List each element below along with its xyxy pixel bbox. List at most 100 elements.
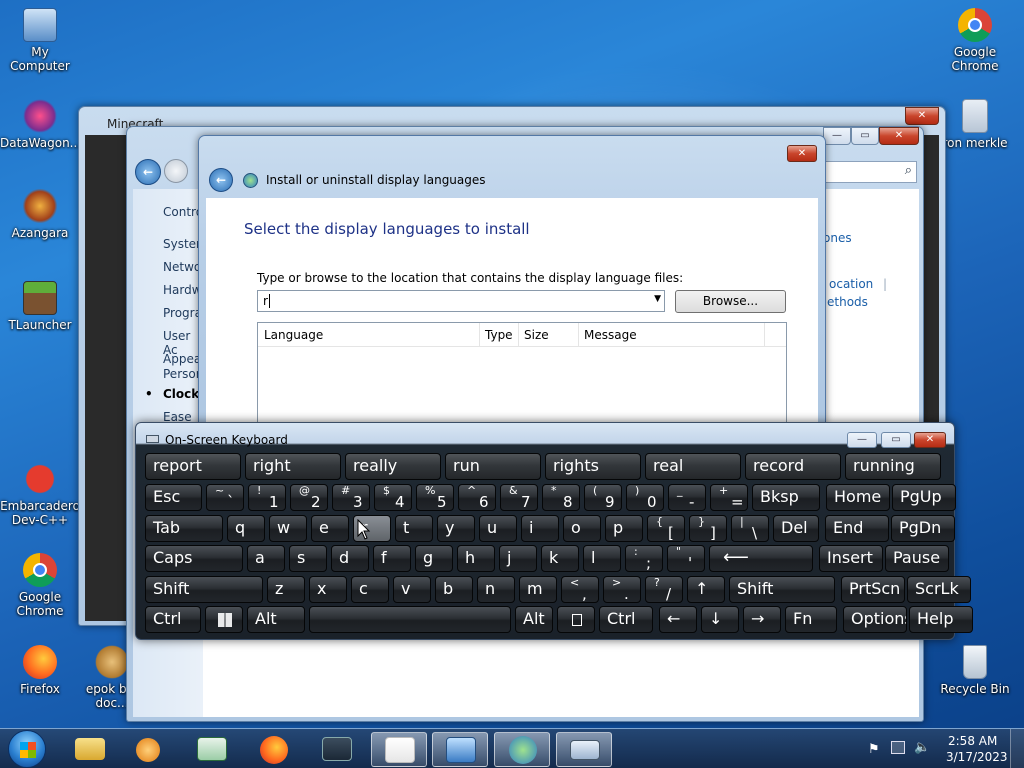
key-slash[interactable]: ? / [645, 576, 683, 603]
key-k[interactable]: k [541, 545, 579, 572]
show-desktop-button[interactable] [1010, 729, 1024, 768]
language-list[interactable]: Language Type Size Message [257, 322, 787, 432]
browse-button[interactable]: Browse... [675, 290, 786, 313]
desktop-icon-chrome-left[interactable]: Google Chrome [0, 553, 80, 618]
key-w[interactable]: w [269, 515, 307, 542]
key-tab[interactable]: Tab [145, 515, 223, 542]
key-shift[interactable]: Shift [145, 576, 263, 603]
taskbar-java-button[interactable] [371, 732, 427, 767]
key-c[interactable]: c [351, 576, 389, 603]
key-=[interactable]: + = [710, 484, 748, 511]
key-ctrl[interactable]: Ctrl [145, 606, 201, 633]
link-methods[interactable]: ethods [827, 295, 868, 309]
back-button[interactable]: ← [135, 159, 161, 185]
column-type[interactable]: Type [485, 328, 513, 342]
clock-time[interactable]: 2:58 AM [948, 734, 997, 748]
desktop-icon-my-computer[interactable]: My Computer [0, 8, 80, 73]
taskbar-explorer-button[interactable] [62, 732, 118, 767]
key-j[interactable]: j [499, 545, 537, 572]
key-insert[interactable]: Insert [819, 545, 883, 572]
prediction-real[interactable]: real [645, 453, 741, 480]
key-v[interactable]: v [393, 576, 431, 603]
key-u[interactable]: u [479, 515, 517, 542]
control-panel-minimize-button[interactable]: — [823, 127, 851, 145]
prediction-run[interactable]: run [445, 453, 541, 480]
key-n[interactable]: n [477, 576, 515, 603]
start-button[interactable] [8, 730, 46, 768]
key-m[interactable]: m [519, 576, 557, 603]
key-1[interactable]: ! 1 [248, 484, 286, 511]
key-esc[interactable]: Esc [145, 484, 202, 511]
sidebar-item-network[interactable]: Netwo [163, 260, 201, 274]
desktop-icon-firefox[interactable]: Firefox [0, 645, 80, 696]
key-pgup[interactable]: PgUp [892, 484, 956, 511]
desktop-icon-azangara[interactable]: Azangara [0, 189, 80, 240]
key-e[interactable]: e [311, 515, 349, 542]
path-input[interactable]: r [263, 294, 268, 308]
prediction-really[interactable]: really [345, 453, 441, 480]
taskbar-task-manager-button[interactable] [309, 732, 365, 767]
key-windows[interactable] [205, 606, 243, 633]
key-a[interactable]: a [247, 545, 285, 572]
desktop-icon-tlauncher[interactable]: TLauncher [0, 281, 80, 332]
on-screen-keyboard[interactable]: On-Screen Keyboard — ▭ ✕ report right real… [135, 422, 973, 640]
key-caps[interactable]: Caps [145, 545, 243, 572]
prediction-right[interactable]: right [245, 453, 341, 480]
key-menu[interactable] [557, 606, 595, 633]
tray-network-icon[interactable] [891, 741, 905, 754]
taskbar-media-player-button[interactable] [120, 732, 176, 767]
key-5[interactable]: % 5 [416, 484, 454, 511]
control-panel-close-button[interactable]: ✕ [879, 127, 919, 145]
key-end[interactable]: End [825, 515, 889, 542]
key-del[interactable]: Del [773, 515, 819, 542]
key-9[interactable]: (9 [584, 484, 622, 511]
key-pgdn[interactable]: PgDn [891, 515, 955, 542]
prediction-record[interactable]: record [745, 453, 841, 480]
key-bksp[interactable]: Bksp [752, 484, 820, 511]
key-p[interactable]: p [605, 515, 643, 542]
search-icon[interactable]: ⌕ [905, 163, 912, 178]
key-7[interactable]: & 7 [500, 484, 538, 511]
key-d[interactable]: d [331, 545, 369, 572]
prediction-report[interactable]: report [145, 453, 241, 480]
sidebar-item-hardware[interactable]: Hardw [163, 283, 202, 297]
chevron-down-icon[interactable]: ▼ [654, 294, 661, 304]
prediction-rights[interactable]: rights [545, 453, 641, 480]
desktop-icon-chrome-right[interactable]: Google Chrome [935, 8, 1015, 73]
key-period[interactable]: >. [603, 576, 641, 603]
key-right-arrow[interactable]: → [743, 606, 781, 633]
key-semicolon[interactable]: :; [625, 545, 663, 572]
key-b[interactable]: b [435, 576, 473, 603]
key-f[interactable]: f [373, 545, 411, 572]
column-message[interactable]: Message [584, 328, 637, 342]
key-][interactable]: }] [689, 515, 727, 542]
tray-volume-icon[interactable]: 🔈 [914, 740, 930, 755]
taskbar-control-panel-button[interactable] [432, 732, 488, 767]
key-i[interactable]: i [521, 515, 559, 542]
key-prtscn[interactable]: PrtScn [841, 576, 905, 603]
dialog-back-button[interactable]: ← [209, 168, 233, 192]
key-fn[interactable]: Fn [785, 606, 837, 633]
desktop-icon-datawagon[interactable]: DataWagon... [0, 99, 81, 150]
tray-flag-icon[interactable]: ⚑ [868, 742, 880, 757]
key-s[interactable]: s [289, 545, 327, 572]
key-h[interactable]: h [457, 545, 495, 572]
key-[[interactable]: {[ [647, 515, 685, 542]
desktop-icon-recycle-bin[interactable]: Recycle Bin [935, 645, 1015, 696]
sidebar-item-programs[interactable]: Progra [163, 306, 202, 320]
key-scrlk[interactable]: ScrLk [907, 576, 971, 603]
desktop-icon-ron-merkle[interactable]: ron merkle [935, 99, 1015, 150]
column-size[interactable]: Size [524, 328, 549, 342]
dialog-close-button[interactable]: ✕ [787, 145, 817, 162]
key-backslash[interactable]: | \ [731, 515, 769, 542]
key-3[interactable]: #3 [332, 484, 370, 511]
key-down-arrow[interactable]: ↓ [701, 606, 739, 633]
key-o[interactable]: o [563, 515, 601, 542]
taskbar-firefox-button[interactable] [246, 732, 302, 767]
key-ctrl-right[interactable]: Ctrl [599, 606, 653, 633]
path-combobox[interactable]: r ▼ [257, 290, 665, 312]
key-4[interactable]: $4 [374, 484, 412, 511]
key-home[interactable]: Home [826, 484, 890, 511]
key-up-arrow[interactable]: ↑ [687, 576, 725, 603]
install-languages-dialog[interactable]: ✕ ← Install or uninstall display languag… [198, 135, 826, 432]
